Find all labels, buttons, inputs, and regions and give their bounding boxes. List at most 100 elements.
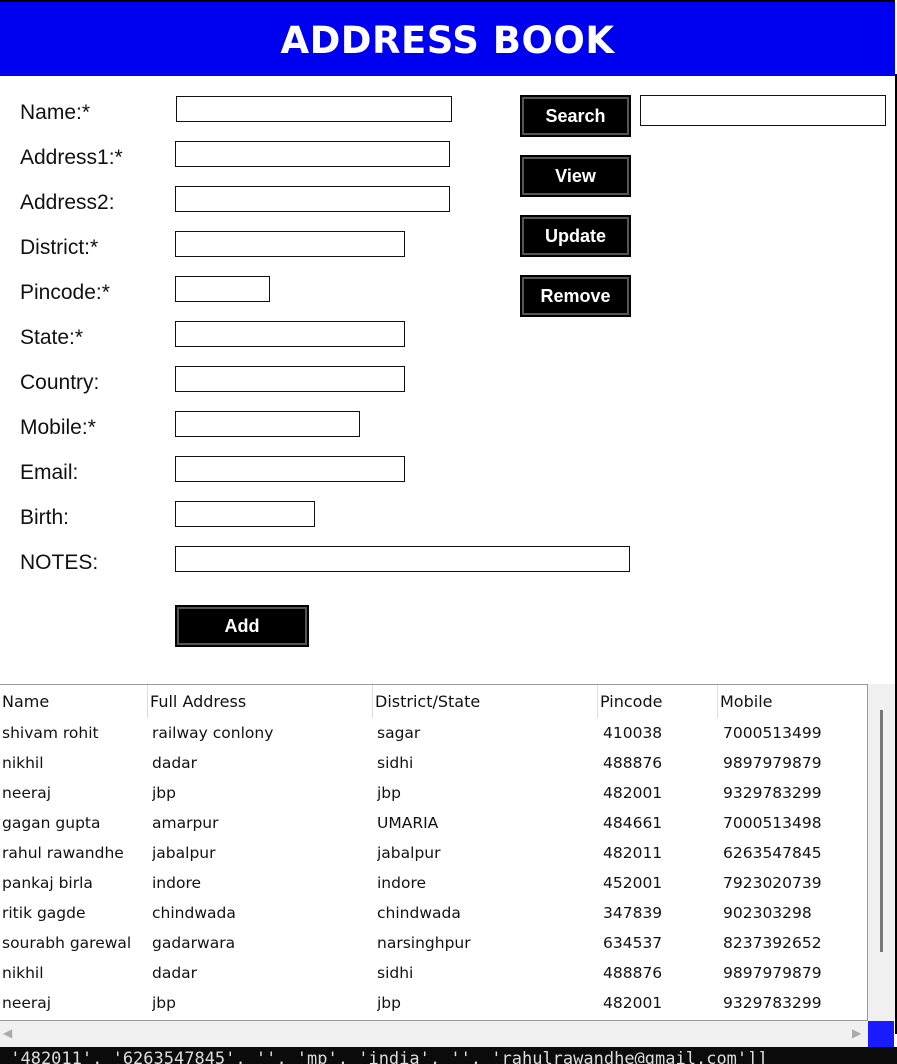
cell-pincode: 482001 — [603, 784, 663, 802]
cell-district-state: sagar — [377, 724, 421, 742]
search-input[interactable] — [640, 95, 886, 126]
column-header-full-address[interactable]: Full Address — [148, 685, 373, 718]
cell-pincode: 482011 — [603, 844, 663, 862]
cell-name: nikhil — [2, 754, 44, 772]
cell-mobile: 7000513499 — [723, 724, 822, 742]
address2-label: Address2: — [20, 191, 115, 214]
cell-mobile: 902303298 — [723, 904, 812, 922]
cell-pincode: 488876 — [603, 964, 663, 982]
email-input[interactable] — [175, 456, 405, 482]
scroll-left-icon[interactable]: ◀ — [3, 1026, 12, 1040]
cell-name: rahul rawandhe — [2, 844, 124, 862]
birth-label: Birth: — [20, 506, 70, 529]
add-button[interactable]: Add — [175, 605, 309, 647]
name-input[interactable] — [176, 96, 452, 122]
cell-full-address: railway conlony — [152, 724, 274, 742]
cell-district-state: indore — [377, 874, 427, 892]
country-input[interactable] — [175, 366, 405, 392]
cell-district-state: narsinghpur — [377, 934, 471, 952]
table-row[interactable]: gagan gupta amarpur UMARIA 484661 7000513498 — [0, 808, 866, 838]
cell-full-address: dadar — [152, 964, 198, 982]
mobile-label: Mobile:* — [20, 416, 96, 439]
cell-mobile: 7923020739 — [723, 874, 822, 892]
remove-button[interactable]: Remove — [520, 275, 631, 317]
cell-mobile: 9897979879 — [723, 754, 822, 772]
scrollbar-corner — [868, 1021, 894, 1047]
cell-name: sourabh garewal — [2, 934, 132, 952]
column-header-mobile[interactable]: Mobile — [718, 685, 866, 718]
notes-input[interactable] — [175, 546, 630, 572]
table-row[interactable]: neeraj jbp jbp 482001 9329783299 — [0, 988, 866, 1018]
cell-pincode: 347839 — [603, 904, 663, 922]
cell-name: ritik gagde — [2, 904, 86, 922]
view-button[interactable]: View — [520, 155, 631, 197]
cell-district-state: jabalpur — [377, 844, 441, 862]
state-input[interactable] — [175, 321, 405, 347]
cell-full-address: jabalpur — [152, 844, 216, 862]
cell-full-address: chindwada — [152, 904, 236, 922]
cell-name: neeraj — [2, 784, 52, 802]
cell-district-state: sidhi — [377, 964, 414, 982]
table-row[interactable]: rahul rawandhe jabalpur jabalpur 482011 6263… — [0, 838, 866, 868]
cell-pincode: 484661 — [603, 814, 663, 832]
cell-full-address: gadarwara — [152, 934, 236, 952]
pincode-input[interactable] — [175, 276, 270, 302]
cell-pincode: 482001 — [603, 994, 663, 1012]
console-output: '482011', '6263547845', '', 'mp', 'india… — [0, 1047, 897, 1064]
column-header-name[interactable]: Name — [0, 685, 148, 718]
cell-full-address: indore — [152, 874, 202, 892]
cell-pincode: 488876 — [603, 754, 663, 772]
address2-input[interactable] — [175, 186, 450, 212]
contacts-table[interactable]: Name Full Address District/State Pincode… — [0, 684, 868, 1021]
cell-name: pankaj birla — [2, 874, 93, 892]
mobile-input[interactable] — [175, 411, 360, 437]
table-header: Name Full Address District/State Pincode… — [0, 685, 866, 718]
table-row[interactable]: sourabh garewal gadarwara narsinghpur 63453… — [0, 928, 866, 958]
cell-mobile: 6263547845 — [723, 844, 822, 862]
state-label: State:* — [20, 326, 84, 349]
email-label: Email: — [20, 461, 79, 484]
district-label: District:* — [20, 236, 99, 259]
cell-pincode: 634537 — [603, 934, 663, 952]
cell-district-state: chindwada — [377, 904, 461, 922]
cell-name: gagan gupta — [2, 814, 101, 832]
column-header-pincode[interactable]: Pincode — [598, 685, 718, 718]
cell-name: shivam rohit — [2, 724, 99, 742]
cell-mobile: 9329783299 — [723, 784, 822, 802]
table-row[interactable]: neeraj jbp jbp 482001 9329783299 — [0, 778, 866, 808]
country-label: Country: — [20, 371, 100, 394]
name-label: Name:* — [20, 101, 91, 124]
cell-full-address: amarpur — [152, 814, 219, 832]
horizontal-scrollbar[interactable]: ◀ ▶ — [0, 1021, 868, 1047]
address1-label: Address1:* — [20, 146, 123, 169]
cell-pincode: 452001 — [603, 874, 663, 892]
table-row[interactable]: nikhil dadar sidhi 488876 9897979879 — [0, 748, 866, 778]
cell-mobile: 7000513498 — [723, 814, 822, 832]
district-input[interactable] — [175, 231, 405, 257]
notes-label: NOTES: — [20, 551, 99, 574]
cell-full-address: jbp — [152, 784, 176, 802]
column-header-district-state[interactable]: District/State — [373, 685, 598, 718]
vertical-scrollbar[interactable] — [868, 684, 895, 1021]
birth-input[interactable] — [175, 501, 315, 527]
pincode-label: Pincode:* — [20, 281, 110, 304]
table-row[interactable]: nikhil dadar sidhi 488876 9897979879 — [0, 958, 866, 988]
table-row[interactable]: pankaj birla indore indore 452001 7923020739 — [0, 868, 866, 898]
cell-name: nikhil — [2, 964, 44, 982]
scrollbar-thumb[interactable] — [880, 710, 883, 952]
update-button[interactable]: Update — [520, 215, 631, 257]
table-row[interactable]: shivam rohit railway conlony sagar 410038 70… — [0, 718, 866, 748]
cell-mobile: 9897979879 — [723, 964, 822, 982]
cell-district-state: UMARIA — [377, 814, 439, 832]
table-row[interactable]: ritik gagde chindwada chindwada 347839 90230… — [0, 898, 866, 928]
cell-district-state: jbp — [377, 784, 401, 802]
address1-input[interactable] — [175, 141, 450, 167]
search-button[interactable]: Search — [520, 95, 631, 137]
scroll-right-icon[interactable]: ▶ — [852, 1026, 861, 1040]
cell-name: neeraj — [2, 994, 52, 1012]
cell-district-state: sidhi — [377, 754, 414, 772]
app-title: ADDRESS BOOK — [0, 0, 895, 76]
cell-district-state: jbp — [377, 994, 401, 1012]
cell-pincode: 410038 — [603, 724, 663, 742]
cell-full-address: dadar — [152, 754, 198, 772]
